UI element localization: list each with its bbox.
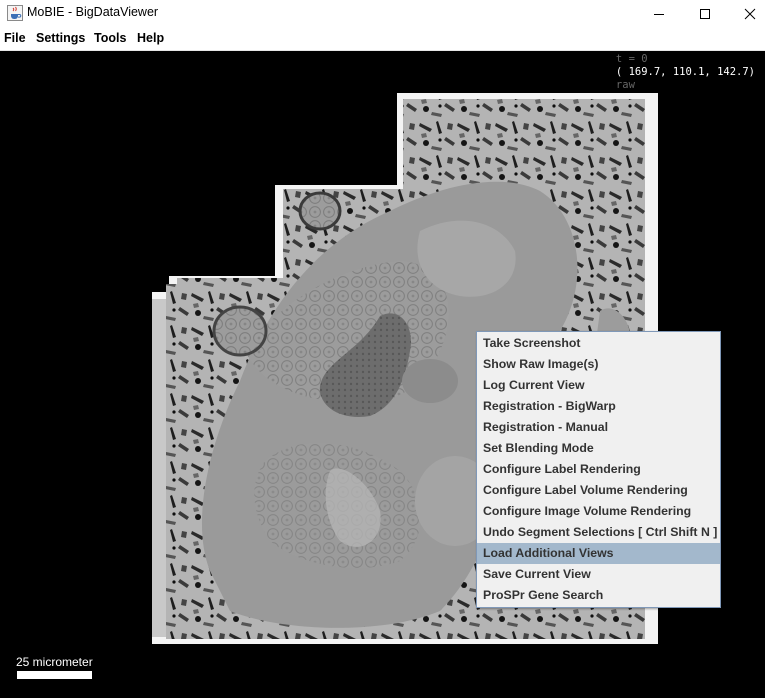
menu-load-additional-views[interactable]: Load Additional Views — [477, 543, 720, 564]
window-title: MoBIE - BigDataViewer — [27, 5, 159, 19]
menu-bar: File Settings Tools Help — [0, 27, 765, 51]
menu-save-current-view[interactable]: Save Current View — [477, 564, 720, 585]
menu-show-raw-images[interactable]: Show Raw Image(s) — [477, 354, 720, 375]
menu-prospr-gene-search[interactable]: ProSPr Gene Search — [477, 585, 720, 606]
menu-registration-manual[interactable]: Registration - Manual — [477, 417, 720, 438]
java-cup-icon — [7, 5, 23, 21]
menu-configure-label-rendering[interactable]: Configure Label Rendering — [477, 459, 720, 480]
menu-registration-bigwarp[interactable]: Registration - BigWarp — [477, 396, 720, 417]
maximize-icon — [700, 8, 710, 19]
scalebar-label: 25 micrometer — [16, 655, 93, 669]
viewer-context-menu: Take Screenshot Show Raw Image(s) Log Cu… — [476, 331, 721, 608]
menu-take-screenshot[interactable]: Take Screenshot — [477, 333, 720, 354]
close-icon — [744, 8, 756, 19]
coordinate-readout: ( 169.7, 110.1, 142.7) — [615, 66, 755, 78]
maximize-button[interactable] — [682, 0, 728, 27]
menu-set-blending-mode[interactable]: Set Blending Mode — [477, 438, 720, 459]
scalebar — [17, 671, 92, 679]
menu-log-current-view[interactable]: Log Current View — [477, 375, 720, 396]
minimize-icon — [654, 13, 664, 15]
menu-tools[interactable]: Tools — [94, 31, 126, 45]
menu-configure-image-volume-rendering[interactable]: Configure Image Volume Rendering — [477, 501, 720, 522]
menu-file[interactable]: File — [4, 31, 26, 45]
menu-undo-segment-selections[interactable]: Undo Segment Selections [ Ctrl Shift N ] — [477, 522, 720, 543]
close-button[interactable] — [727, 0, 765, 27]
menu-help[interactable]: Help — [137, 31, 164, 45]
minimize-button[interactable] — [636, 0, 682, 27]
menu-settings[interactable]: Settings — [36, 31, 85, 45]
menu-configure-label-volume-rendering[interactable]: Configure Label Volume Rendering — [477, 480, 720, 501]
timepoint-readout: t = 0 — [615, 53, 648, 65]
source-name: raw — [615, 79, 635, 91]
title-bar: MoBIE - BigDataViewer — [0, 0, 765, 27]
viewer-info-overlay: t = 0 ( 169.7, 110.1, 142.7) raw — [616, 53, 755, 92]
